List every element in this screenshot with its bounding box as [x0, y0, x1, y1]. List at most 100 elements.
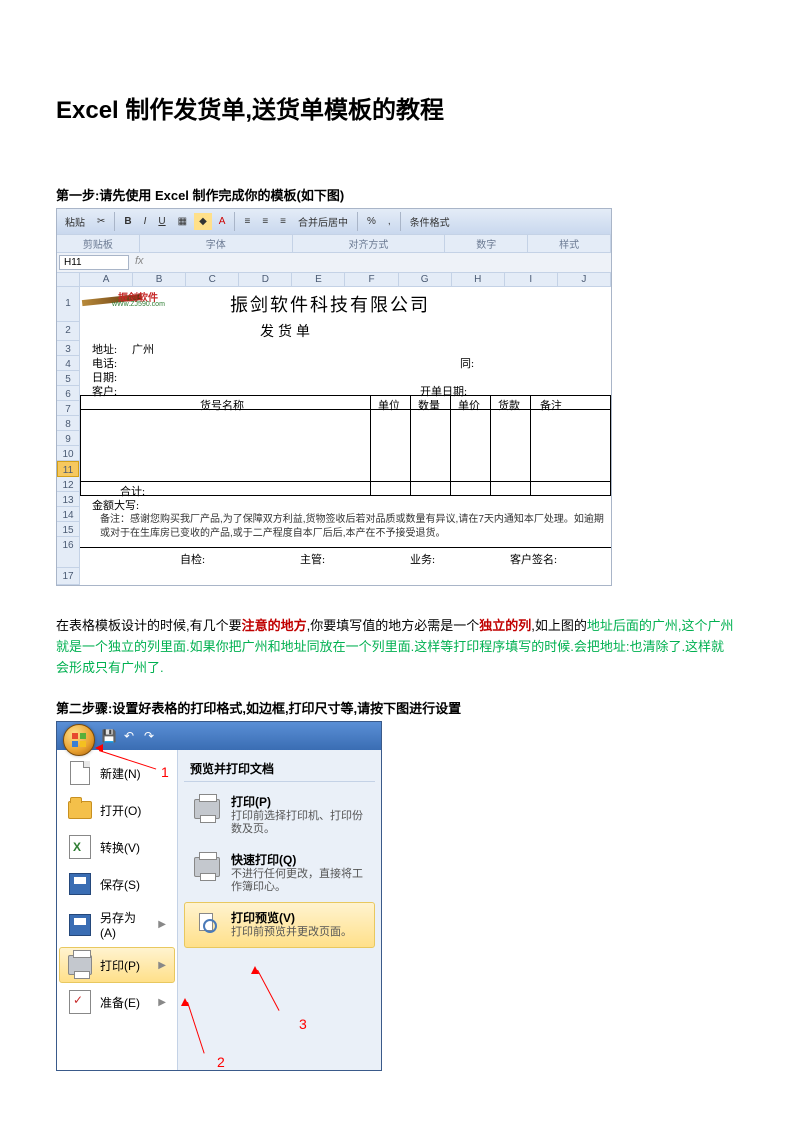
redo-icon[interactable]: ↷ [141, 728, 157, 744]
align-right-button[interactable]: ≡ [275, 213, 291, 230]
row-header[interactable]: 14 [57, 507, 79, 522]
saveas-icon [68, 913, 92, 937]
underline-button[interactable]: U [153, 213, 170, 230]
convert-icon [68, 835, 92, 859]
prepare-icon [68, 990, 92, 1014]
magnifier-icon [191, 909, 223, 941]
border-button[interactable]: ▦ [173, 213, 192, 230]
new-doc-icon [68, 761, 92, 785]
submenu-quick-print[interactable]: 快速打印(Q) 不进行任何更改，直接将工作簿印心。 [184, 844, 375, 901]
row-header[interactable]: 6 [57, 386, 79, 401]
quick-access-toolbar: 💾 ↶ ↷ [101, 728, 157, 744]
table-header: 单位 [378, 397, 400, 413]
submenu-print-preview[interactable]: 打印预览(V) 打印前预览并更改页面。 [184, 902, 375, 948]
comma-button[interactable]: , [383, 213, 396, 230]
printer-icon [191, 793, 223, 825]
row-header[interactable]: 10 [57, 446, 79, 461]
row-header[interactable]: 12 [57, 477, 79, 492]
table-header: 货款 [498, 397, 520, 413]
menu-convert[interactable]: 转换(V) [59, 829, 175, 865]
folder-icon [68, 798, 92, 822]
row-header[interactable]: 17 [57, 568, 79, 585]
align-center-button[interactable]: ≡ [257, 213, 273, 230]
company-logo: 振剑软件 wWw.ZJ590.com [82, 289, 172, 317]
row-header[interactable]: 3 [57, 341, 79, 356]
cell-value: 广州 [132, 341, 154, 357]
col-header[interactable]: E [292, 273, 345, 286]
row-header[interactable]: 16 [57, 537, 79, 568]
title-bar: 💾 ↶ ↷ [57, 722, 381, 750]
chevron-right-icon: ▶ [158, 960, 166, 971]
company-name: 振剑软件科技有限公司 [230, 291, 430, 317]
row-header[interactable]: 1 [57, 287, 79, 322]
sig-label: 客户签名: [510, 551, 557, 567]
paste-button[interactable]: 粘贴 [60, 211, 90, 232]
table-header: 单价 [458, 397, 480, 413]
office-menu-screenshot: 💾 ↶ ↷ 新建(N) 打开(O) 转换(V) [56, 721, 382, 1071]
ribbon-group-labels: 剪贴板 字体 对齐方式 数字 样式 [57, 234, 611, 252]
submenu-title: 预览并打印文档 [184, 756, 375, 782]
bold-button[interactable]: B [119, 213, 136, 230]
save-icon [68, 872, 92, 896]
sig-label: 自检: [180, 551, 205, 567]
chevron-right-icon: ▶ [158, 919, 166, 930]
col-header[interactable]: G [399, 273, 452, 286]
arrow-head-icon [181, 998, 189, 1006]
col-header[interactable]: F [345, 273, 398, 286]
table-header: 数量 [418, 397, 440, 413]
menu-save[interactable]: 保存(S) [59, 866, 175, 902]
fill-color-button[interactable]: ◆ [194, 213, 212, 230]
sig-label: 业务: [410, 551, 435, 567]
menu-saveas[interactable]: 另存为(A) ▶ [59, 903, 175, 946]
percent-button[interactable]: % [362, 213, 381, 230]
col-header[interactable]: D [239, 273, 292, 286]
menu-print[interactable]: 打印(P) ▶ [59, 947, 175, 983]
col-header[interactable]: I [505, 273, 558, 286]
annotation-2: 2 [217, 1054, 225, 1070]
merge-button[interactable]: 合并后居中 [293, 211, 353, 232]
step2-title: 第二步骤:设置好表格的打印格式,如边框,打印尺寸等,请按下图进行设置 [56, 698, 737, 717]
table-header: 备注 [540, 397, 562, 413]
undo-icon[interactable]: ↶ [121, 728, 137, 744]
fx-icon[interactable]: fx [131, 253, 148, 272]
col-header[interactable]: C [186, 273, 239, 286]
printer-icon [191, 851, 223, 883]
menu-new[interactable]: 新建(N) [59, 755, 175, 791]
row-header[interactable]: 7 [57, 401, 79, 416]
cell-label: 同: [460, 355, 474, 371]
chevron-right-icon: ▶ [158, 997, 166, 1008]
name-box[interactable]: H11 [59, 255, 129, 270]
step1-title: 第一步:请先使用 Excel 制作完成你的模板(如下图) [56, 185, 737, 204]
row-header[interactable]: 4 [57, 356, 79, 371]
align-left-button[interactable]: ≡ [239, 213, 255, 230]
select-all[interactable] [57, 273, 80, 286]
row-header[interactable]: 5 [57, 371, 79, 386]
menu-open[interactable]: 打开(O) [59, 792, 175, 828]
row-header[interactable]: 15 [57, 522, 79, 537]
spreadsheet-grid[interactable]: A B C D E F G H I J 1 2 3 4 5 6 7 [57, 273, 611, 585]
row-header[interactable]: 11 [57, 461, 79, 477]
row-header[interactable]: 9 [57, 431, 79, 446]
menu-prepare[interactable]: 准备(E) ▶ [59, 984, 175, 1020]
cell-label: 客户: [92, 383, 117, 399]
printer-icon [68, 953, 92, 977]
ribbon: 粘贴 ✂ B I U ▦ ◆ A ≡ ≡ ≡ 合并后居中 % , [57, 209, 611, 234]
formula-bar: H11 fx [57, 252, 611, 273]
col-header[interactable]: B [133, 273, 186, 286]
col-header[interactable]: J [558, 273, 611, 286]
font-color-button[interactable]: A [214, 213, 231, 230]
row-header[interactable]: 8 [57, 416, 79, 431]
cond-format-button[interactable]: 条件格式 [405, 211, 455, 232]
row-header[interactable]: 13 [57, 492, 79, 507]
arrow-head-icon [95, 744, 103, 752]
submenu-panel: 预览并打印文档 打印(P) 打印前选择打印机、打印份数及页。 快速打印(Q) 不… [178, 750, 381, 1070]
row-header[interactable]: 2 [57, 322, 79, 341]
col-header[interactable]: H [452, 273, 505, 286]
col-header[interactable]: A [80, 273, 133, 286]
italic-button[interactable]: I [139, 213, 152, 230]
annotation-3: 3 [299, 1016, 307, 1032]
format-painter-icon[interactable]: ✂ [92, 213, 110, 230]
submenu-print[interactable]: 打印(P) 打印前选择打印机、打印份数及页。 [184, 786, 375, 843]
instruction-paragraph: 在表格模板设计的时候,有几个要注意的地方,你要填写值的地方必需是一个独立的列,如… [56, 616, 737, 678]
save-icon[interactable]: 💾 [101, 728, 117, 744]
